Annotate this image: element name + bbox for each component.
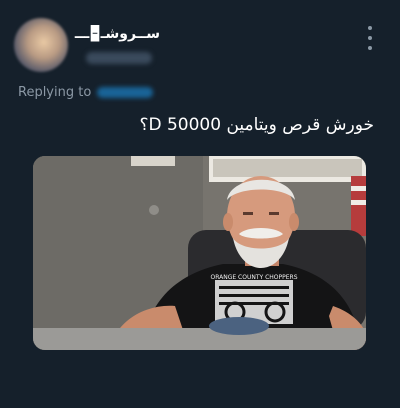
author-display-name[interactable]: ســروشـ🁢ـــ — [75, 26, 160, 42]
tweet-text: خورش قرص ويتامين D 50000؟ — [139, 115, 374, 135]
more-vertical-icon — [368, 26, 372, 30]
author-avatar[interactable] — [14, 18, 68, 72]
replying-to-label: Replying to — [18, 85, 92, 100]
more-options-button[interactable] — [362, 26, 378, 50]
reply-handle-redacted[interactable] — [97, 87, 154, 98]
author-handle-redacted — [86, 52, 152, 64]
photo-illustration: ORANGE COUNTY CHOPPERS — [33, 156, 366, 350]
tweet-media-image[interactable]: ORANGE COUNTY CHOPPERS — [33, 156, 366, 350]
replying-to-line: Replying to — [18, 85, 154, 100]
shirt-text: ORANGE COUNTY CHOPPERS — [210, 274, 297, 281]
